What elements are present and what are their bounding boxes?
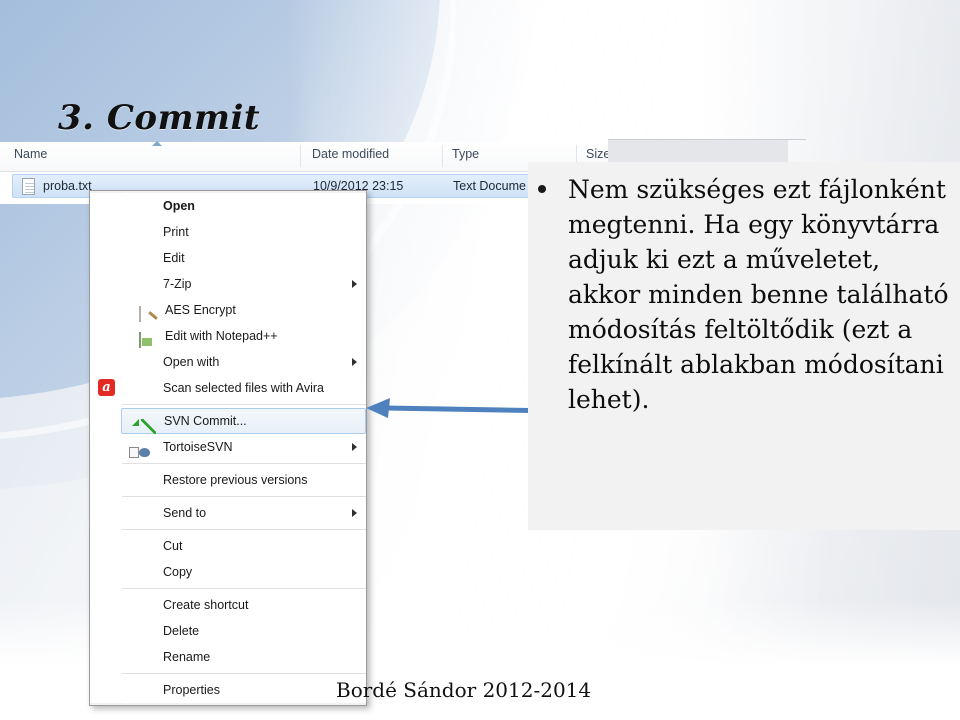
column-divider-1[interactable] <box>300 145 301 167</box>
context-menu-separator <box>122 529 366 530</box>
context-menu-item[interactable]: a Scan selected files with Avira <box>98 375 366 401</box>
text-file-icon <box>22 178 35 195</box>
context-menu-item[interactable]: 7-Zip <box>122 271 366 297</box>
context-menu-item-label: Open <box>163 199 195 213</box>
bullet-point-icon <box>538 185 546 193</box>
slide-footer: Bordé Sándor 2012-2014 <box>336 678 592 702</box>
bullet-list: Nem szükséges ezt fájlonként megtenni. H… <box>534 172 954 417</box>
page-title: 3. Commit <box>58 98 261 138</box>
column-header-type[interactable]: Type <box>452 147 479 161</box>
submenu-chevron-icon <box>352 443 357 451</box>
context-menu-item[interactable]: Delete <box>122 618 366 644</box>
context-menu-item-label: 7-Zip <box>163 277 192 291</box>
aes-icon <box>139 306 141 322</box>
bullet-item-text: Nem szükséges ezt fájlonként megtenni. H… <box>568 175 949 414</box>
context-menu-item-label: Edit with Notepad++ <box>165 329 278 343</box>
context-menu-item[interactable]: Cut <box>122 533 366 559</box>
context-menu-separator <box>122 588 366 589</box>
explorer-column-header-bar[interactable]: Name Date modified Type Size <box>0 142 620 172</box>
context-menu-item-label: Open with <box>163 355 220 369</box>
context-menu-item-label: Send to <box>163 506 207 520</box>
context-menu-item-label: Print <box>163 225 189 239</box>
context-menu-item-label: AES Encrypt <box>165 303 236 317</box>
context-menu-item[interactable]: Create shortcut <box>122 592 366 618</box>
submenu-chevron-icon <box>352 280 357 288</box>
context-menu-item-label: Create shortcut <box>163 598 249 612</box>
context-menu-item[interactable]: TortoiseSVN <box>122 434 366 460</box>
cell-type: Text Docume <box>453 179 526 193</box>
context-menu-separator <box>122 496 366 497</box>
notepadpp-icon <box>139 332 141 348</box>
context-menu-item-label: Cut <box>163 539 183 553</box>
avira-icon: a <box>98 379 115 396</box>
context-menu-item[interactable]: Print <box>122 219 366 245</box>
context-menu-separator <box>122 673 366 674</box>
panel-gray-block <box>608 140 788 162</box>
column-header-date-modified[interactable]: Date modified <box>312 147 389 161</box>
context-menu-item-label: Delete <box>163 624 200 638</box>
context-menu-separator <box>122 404 366 405</box>
context-menu-item[interactable]: Send to <box>122 500 366 526</box>
context-menu-item[interactable]: Open with <box>122 349 366 375</box>
context-menu-item[interactable]: Copy <box>122 559 366 585</box>
context-menu-item-label: Edit <box>163 251 185 265</box>
context-menu-item-label: SVN Commit... <box>164 414 247 428</box>
context-menu-separator <box>122 463 366 464</box>
context-menu-item-label: Copy <box>163 565 193 579</box>
context-menu-item[interactable]: Properties <box>122 677 366 703</box>
context-menu-item[interactable]: AES Encrypt <box>122 297 366 323</box>
submenu-chevron-icon <box>352 358 357 366</box>
context-menu-item[interactable]: Edit with Notepad++ <box>122 323 366 349</box>
context-menu-item-label: TortoiseSVN <box>163 440 233 454</box>
context-menu-item[interactable]: Open <box>122 193 366 219</box>
context-menu-item-list: Open Print Edit 7-Zip AES Encrypt Edit with N… <box>90 193 366 703</box>
context-menu-item-label: Restore previous versions <box>163 473 308 487</box>
context-menu[interactable]: Open Print Edit 7-Zip AES Encrypt Edit with N… <box>89 190 367 706</box>
context-menu-item[interactable]: Rename <box>122 644 366 670</box>
sort-ascending-icon[interactable] <box>152 141 162 146</box>
context-menu-item[interactable]: Restore previous versions <box>122 467 366 493</box>
context-menu-item-label: Scan selected files with Avira <box>163 381 324 395</box>
context-menu-item[interactable]: SVN Commit... <box>121 408 366 434</box>
submenu-chevron-icon <box>352 509 357 517</box>
context-menu-item[interactable]: Edit <box>122 245 366 271</box>
column-divider-2[interactable] <box>442 145 443 167</box>
column-header-size[interactable]: Size <box>586 147 610 161</box>
column-header-name[interactable]: Name <box>14 147 47 161</box>
cell-file-name: proba.txt <box>43 179 92 193</box>
context-menu-item-label: Properties <box>163 683 220 697</box>
context-menu-item-label: Rename <box>163 650 211 664</box>
